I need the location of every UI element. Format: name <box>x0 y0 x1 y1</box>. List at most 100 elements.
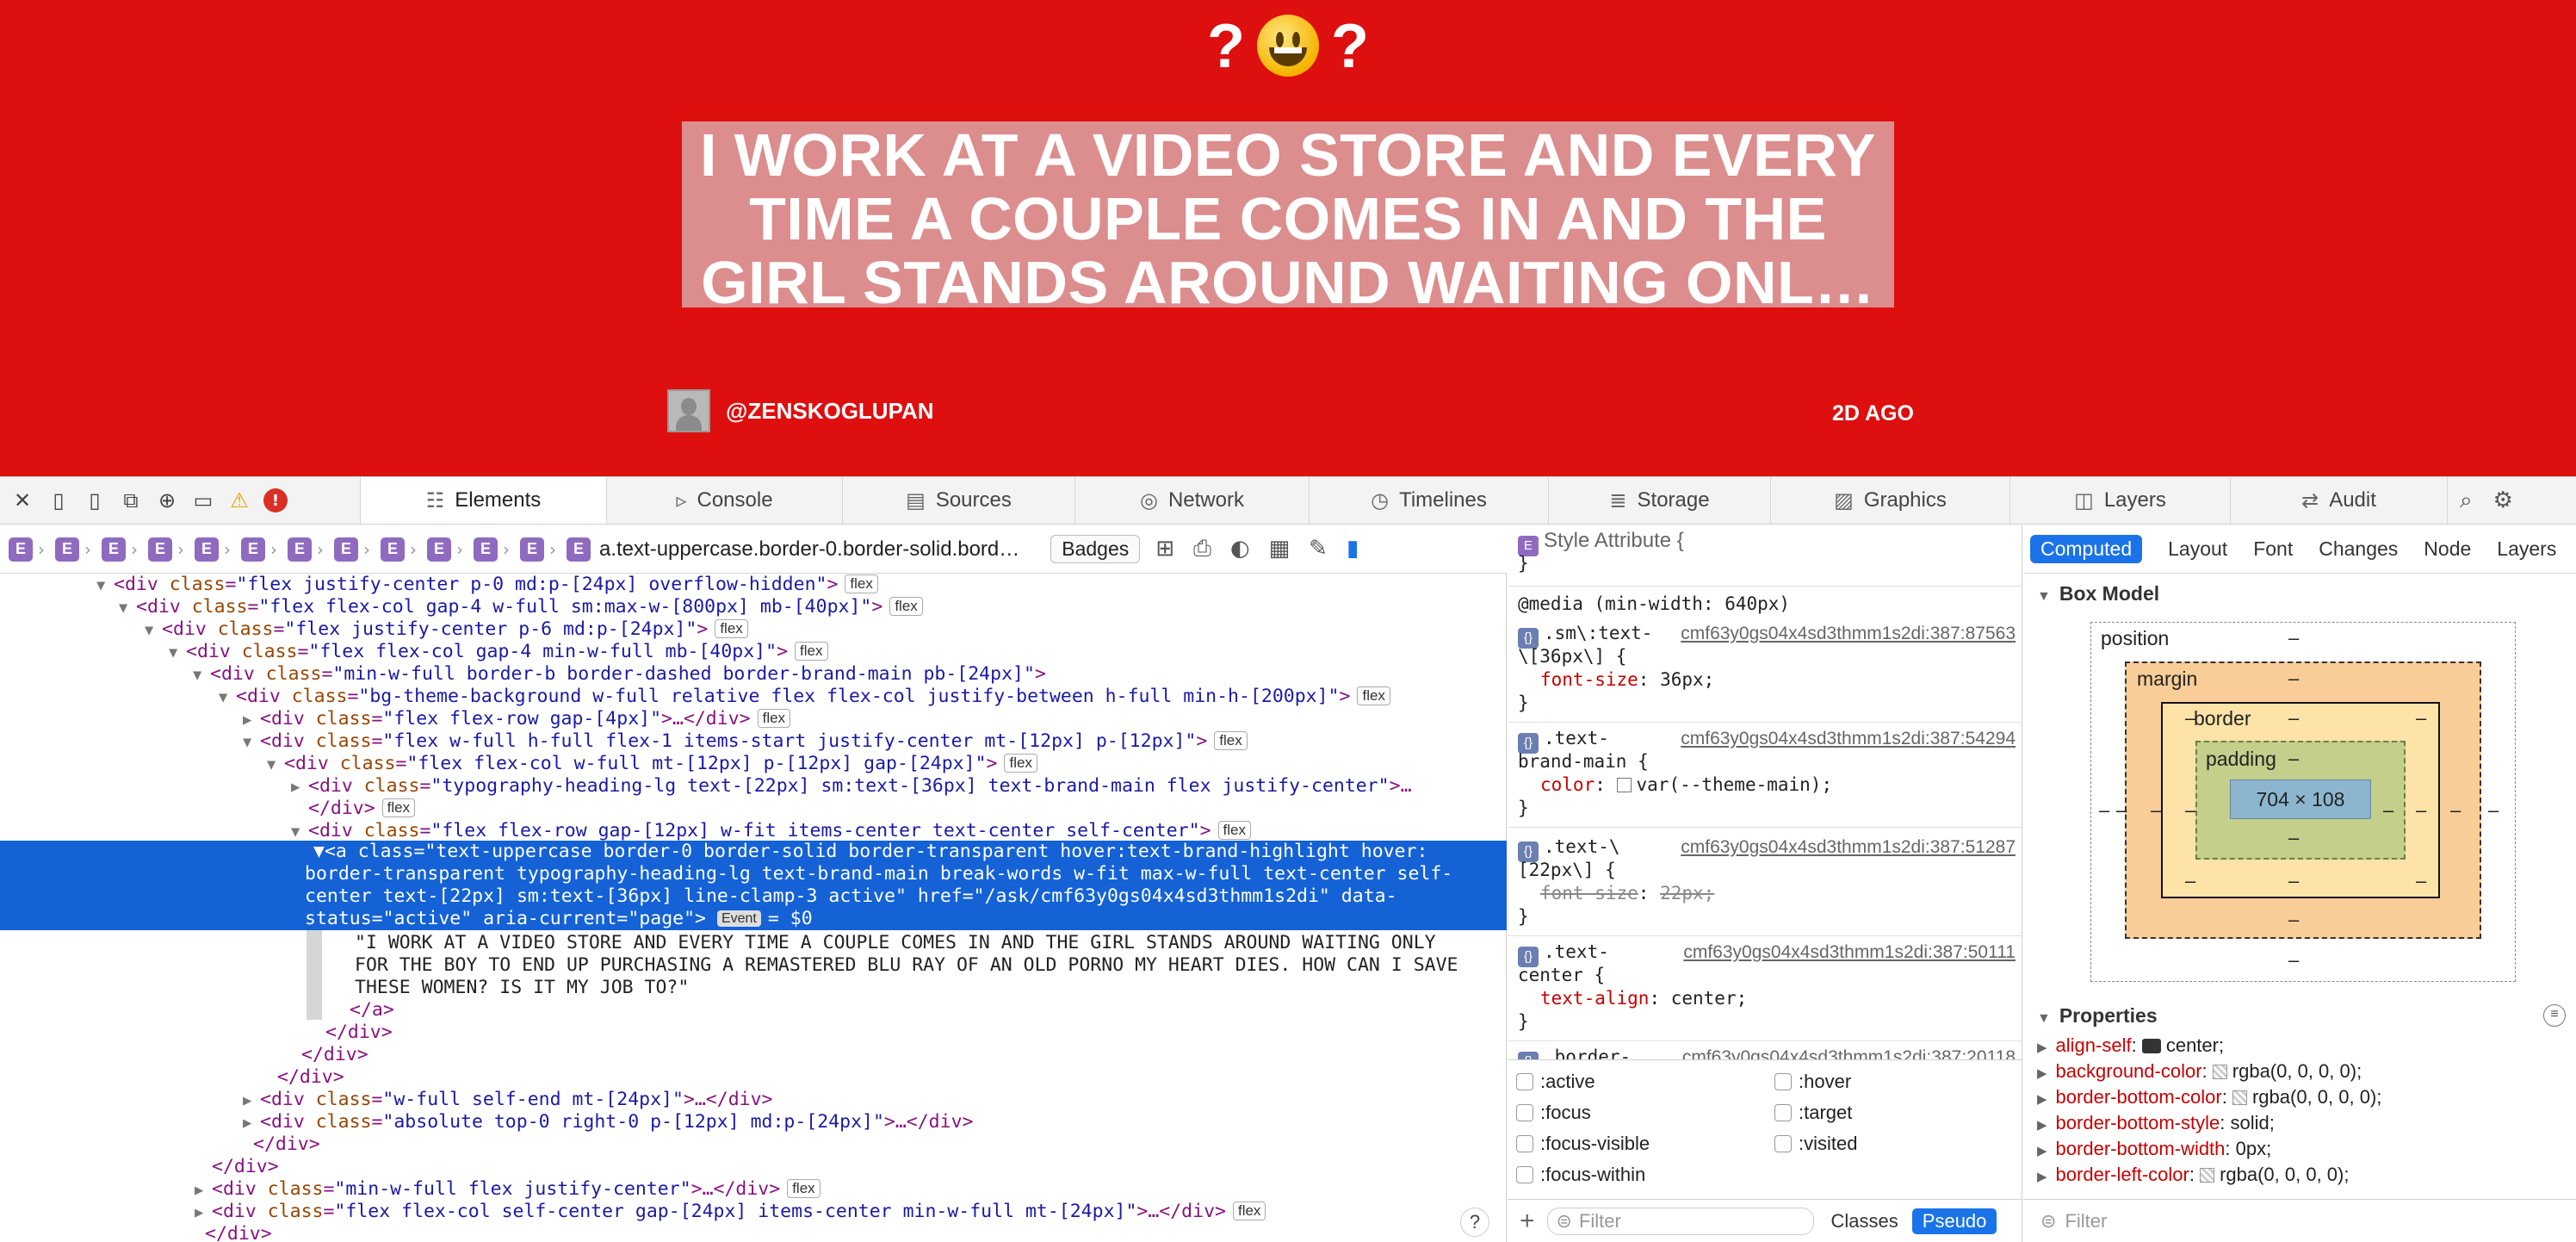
element-badge-icon[interactable]: E <box>567 537 591 562</box>
element-badge-icon[interactable]: E <box>55 537 79 562</box>
property-name[interactable]: color <box>1518 774 1595 795</box>
tab-network[interactable]: ◎ Network <box>1074 477 1309 524</box>
dom-node-row[interactable]: ▼ <div class="flex flex-row gap-[12px] w-… <box>0 820 1506 842</box>
box-model-value[interactable]: – <box>2288 668 2299 690</box>
disclosure-triangle-icon[interactable]: ▶ <box>291 776 308 798</box>
computed-property[interactable]: ▶ border-left-color: rgba(0, 0, 0, 0); <box>2037 1163 2349 1187</box>
inspect-target-icon[interactable]: ⊕ <box>155 488 179 512</box>
dom-node-row[interactable]: ▶ <div class="min-w-full flex justify-cen… <box>0 1178 1506 1201</box>
flex-badge[interactable]: flex <box>1214 731 1248 750</box>
disclosure-triangle-icon[interactable]: ▼ <box>169 642 186 664</box>
property-name[interactable]: font-size <box>1518 669 1638 690</box>
box-model-value[interactable]: – <box>2288 707 2299 730</box>
element-badge-icon[interactable]: E <box>195 537 219 562</box>
appearance-icon[interactable]: ◐ <box>1230 536 1250 562</box>
grid-overlay-icon[interactable]: ▦ <box>1269 536 1291 562</box>
event-badge[interactable]: Event <box>716 910 761 927</box>
css-selector[interactable]: {} .text-\ cmf63y0gs04x4sd3thmm1s2di:387:5… <box>1518 835 2021 862</box>
tab-layers[interactable]: ◫ Layers <box>2009 477 2230 524</box>
css-selector[interactable]: {} .text-cmf63y0gs04x4sd3thmm1s2di:387:50… <box>1518 941 2021 967</box>
box-model-value[interactable]: – <box>2416 870 2426 892</box>
dom-node-row[interactable]: ▶ <div class="flex flex-row gap-[4px]">…<… <box>0 708 1506 730</box>
property-value[interactable]: 36px; <box>1660 669 1714 690</box>
chevron-right-icon[interactable]: ▶ <box>2037 1118 2047 1133</box>
selected-node-line[interactable]: border-transparent typography-heading-lg… <box>305 863 1452 885</box>
dom-node-row[interactable]: ▼ <div class="min-w-full border-b border-… <box>0 663 1506 686</box>
tab-computed[interactable]: Computed <box>2030 535 2143 563</box>
box-model-value[interactable]: – <box>2288 909 2299 931</box>
disclosure-triangle-icon[interactable]: ▼ <box>243 731 260 754</box>
source-link[interactable]: cmf63y0gs04x4sd3thmm1s2di:387:54294 <box>1681 727 2016 750</box>
flex-badge[interactable]: flex <box>889 597 923 616</box>
computed-property[interactable]: ▶ border-bottom-color: rgba(0, 0, 0, 0); <box>2037 1085 2381 1109</box>
tab-node[interactable]: Node <box>2424 537 2471 561</box>
tab-sources[interactable]: ▤ Sources <box>842 477 1074 524</box>
pseudo-class-checkbox[interactable]: :hover <box>1774 1071 1851 1093</box>
text-node-line[interactable]: THESE WOMEN? IS IT MY JOB TO?" <box>0 977 1506 999</box>
selected-node-line[interactable]: ▼<a class="text-uppercase border-0 borde… <box>313 841 1427 863</box>
source-link[interactable]: cmf63y0gs04x4sd3thmm1s2di:387:50111 <box>1683 941 2016 964</box>
sidebar-toggle-icon[interactable]: ▮ <box>1347 536 1359 562</box>
dom-node-row[interactable]: </div> <box>0 1022 1506 1044</box>
checkbox-icon[interactable] <box>1774 1104 1792 1121</box>
search-icon[interactable]: ⌕ <box>2460 487 2473 514</box>
paint-brush-icon[interactable]: ✎ <box>1309 536 1328 562</box>
property-value[interactable]: center; <box>1671 988 1748 1009</box>
gear-icon[interactable]: ⚙ <box>2493 487 2513 513</box>
css-rule[interactable]: {} .sm\:text-cmf63y0gs04x4sd3thmm1s2di:38… <box>1518 622 2021 715</box>
error-icon[interactable]: ! <box>263 488 288 512</box>
property-value[interactable]: var(--theme-main); <box>1637 774 1833 795</box>
disclosure-triangle-icon[interactable]: ▼ <box>145 619 162 642</box>
element-badge-icon[interactable]: E <box>102 537 126 562</box>
tab-timelines[interactable]: ◷ Timelines <box>1309 477 1548 524</box>
tab-layers[interactable]: Layers <box>2497 537 2556 561</box>
dom-node-row[interactable]: ▼ <div class="flex w-full h-full flex-1 i… <box>0 730 1506 753</box>
css-selector[interactable]: \[36px\] { <box>1518 645 2021 668</box>
box-model-value[interactable]: – <box>2185 870 2195 892</box>
disclosure-triangle-icon[interactable]: ▶ <box>195 1202 212 1224</box>
css-selector[interactable]: {} .sm\:text-cmf63y0gs04x4sd3thmm1s2di:38… <box>1518 622 2021 649</box>
pseudo-class-checkbox[interactable]: :focus <box>1516 1102 1591 1124</box>
chevron-right-icon[interactable]: ▶ <box>2037 1170 2047 1184</box>
tab-layout[interactable]: Layout <box>2168 537 2227 561</box>
disclosure-triangle-icon[interactable]: ▼ <box>267 754 284 776</box>
box-model-value[interactable]: – <box>2099 799 2109 822</box>
flex-badge[interactable]: flex <box>787 1179 820 1198</box>
box-model-content[interactable]: 704 × 108 <box>2230 779 2371 819</box>
dom-node-row[interactable]: </div> <box>0 1044 1506 1066</box>
box-model-header[interactable]: ▼ Box Model <box>2037 582 2159 605</box>
dom-node-row[interactable]: ▼ <div class="flex flex-col w-full mt-[12… <box>0 753 1506 775</box>
flex-badge[interactable]: flex <box>1004 754 1037 773</box>
checkbox-icon[interactable] <box>1774 1073 1792 1090</box>
element-badge-icon[interactable]: E <box>334 537 358 562</box>
css-rule[interactable]: {} .text-cmf63y0gs04x4sd3thmm1s2di:387:54… <box>1518 727 2021 820</box>
badges-button[interactable]: Badges <box>1050 535 1141 563</box>
css-declaration[interactable]: font-size: 36px; <box>1518 668 2021 692</box>
flex-badge[interactable]: flex <box>715 619 748 638</box>
box-model-value[interactable]: – <box>2185 707 2195 730</box>
chevron-right-icon[interactable]: ▶ <box>2037 1092 2047 1107</box>
computed-property[interactable]: ▶ border-bottom-width: 0px; <box>2037 1137 2271 1161</box>
element-badge-icon[interactable]: E <box>288 537 312 562</box>
box-model-value[interactable]: – <box>2450 799 2461 822</box>
css-selector[interactable]: center { <box>1518 964 2021 987</box>
checkbox-icon[interactable] <box>1516 1166 1533 1183</box>
box-model-value[interactable]: – <box>2185 799 2195 822</box>
css-selector[interactable]: brand-main { <box>1518 750 2021 773</box>
selected-node-line[interactable]: status="active" aria-current="page"> Eve… <box>305 908 813 930</box>
text-node-line[interactable]: "I WORK AT A VIDEO STORE AND EVERY TIME … <box>0 932 1506 954</box>
tab-font[interactable]: Font <box>2253 537 2293 561</box>
computed-property[interactable]: ▶ align-self: center; <box>2037 1034 2224 1058</box>
pseudo-class-checkbox[interactable]: :target <box>1774 1102 1852 1124</box>
css-selector[interactable]: [22px\] { <box>1518 859 2021 882</box>
color-swatch[interactable] <box>2200 1168 2215 1183</box>
pseudo-class-checkbox[interactable]: :focus-visible <box>1516 1133 1650 1155</box>
author-row[interactable]: @ZENSKOGLUPAN <box>667 389 934 432</box>
tab-changes[interactable]: Changes <box>2319 537 2398 561</box>
dom-node-row[interactable]: </div> flex <box>0 798 1506 820</box>
box-model-value[interactable]: – <box>2488 799 2499 822</box>
flex-badge[interactable]: flex <box>1357 686 1390 705</box>
dom-node-row[interactable]: </div> <box>0 1156 1506 1178</box>
add-rule-icon[interactable]: + <box>1520 1207 1535 1236</box>
selected-dom-node[interactable]: ▼<a class="text-uppercase border-0 borde… <box>0 841 1507 930</box>
